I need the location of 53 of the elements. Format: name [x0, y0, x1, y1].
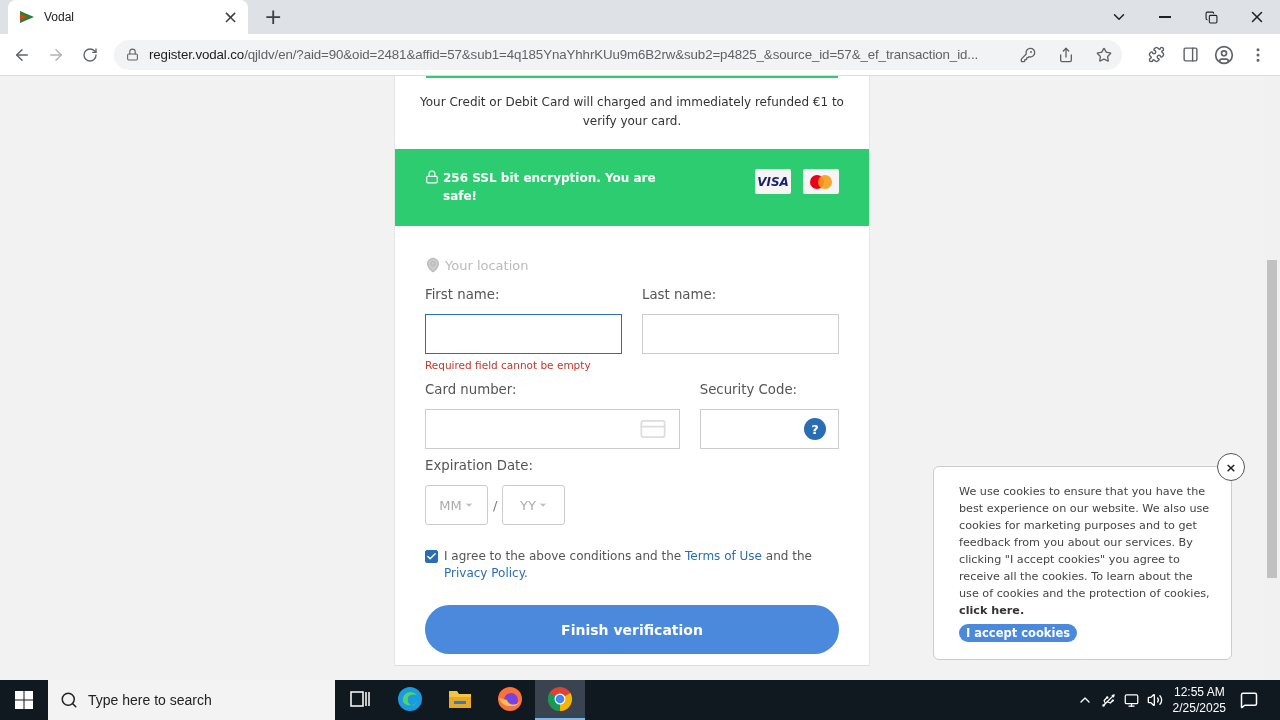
volume-icon[interactable] [1146, 692, 1163, 708]
terms-link[interactable]: Terms of Use [685, 549, 762, 563]
text-field[interactable] [425, 314, 622, 354]
security-code-field[interactable]: ? [699, 409, 839, 449]
minimize-icon [1159, 16, 1171, 18]
site-favicon [20, 11, 34, 23]
firefox-icon [497, 686, 523, 712]
agreement-text: I agree to the above conditions and the Terms of Use and the Privacy Policy. [444, 548, 813, 582]
lock-icon [425, 170, 439, 184]
clock[interactable]: 12:55 AM 2/25/2025 [1172, 684, 1226, 716]
field-label: Security Code: [699, 382, 799, 399]
notifications-icon[interactable] [1240, 691, 1258, 709]
encryption-text: 256 SSL bit encryption. You are safe! [443, 170, 657, 205]
card-number-field[interactable] [425, 409, 680, 449]
taskbar-search-field[interactable]: Type here to search [48, 680, 335, 720]
error-message: Required field cannot be empty [425, 359, 592, 373]
share-icon[interactable] [1058, 46, 1074, 63]
close-button[interactable]: × [1217, 453, 1245, 481]
edge-icon [397, 686, 423, 712]
visa-logo: VISA [755, 169, 791, 194]
location-pin-icon [425, 257, 441, 273]
cookie-link[interactable]: click here. [959, 604, 1025, 617]
chrome-icon [547, 686, 573, 712]
date-separator: / [493, 497, 498, 513]
restore-icon [1204, 10, 1218, 24]
close-tab-button[interactable]: × [222, 8, 238, 26]
lock-icon [126, 48, 139, 61]
task-view-icon [350, 690, 370, 708]
cookie-text: We use cookies to ensure that you have the best experience on our website. We also use cookies for marketing purposes and to get feedback from you about our services. By clicking "I accept cookies" you agree to receive all the cookies. To learn about the use of cookies and the protection of cookies, click here. [959, 484, 1211, 619]
reload-icon [82, 46, 98, 63]
field-label: First name: [425, 287, 501, 304]
help-icon[interactable]: ? [804, 418, 826, 440]
key-icon[interactable] [1020, 46, 1036, 63]
star-icon[interactable] [1096, 46, 1112, 63]
tab-title: Vodal [44, 10, 76, 24]
browser-tab[interactable]: Vodal × [8, 0, 248, 34]
accept-cookies-button[interactable]: I accept cookies [959, 624, 1078, 642]
agree-checkbox[interactable] [425, 550, 438, 563]
caret-icon [537, 500, 548, 510]
folder-icon [448, 688, 472, 710]
taskbar-app-button[interactable] [535, 680, 585, 720]
caret-icon [463, 500, 474, 510]
field-label: Card number: [425, 382, 518, 399]
mastercard-logo [803, 169, 839, 194]
field-label: Last name: [642, 287, 718, 304]
search-icon [60, 691, 78, 709]
url-text: register.vodal.co/qjldv/en/?aid=90&oid=2481&affid=57&sub1=4q185YnaYhhrKUu9m6B2rw&sub2=p4825_&source_id=57&_ef_transaction_id... [149, 47, 980, 62]
field-label: Expiration Date: [425, 458, 534, 475]
new-tab-button[interactable]: + [264, 8, 283, 26]
finish-button[interactable]: Finish verification [425, 605, 839, 654]
verification-notice: Your Credit or Debit Card will charged and immediately refunded €1 to verify your card. [419, 94, 845, 130]
usb-icon[interactable] [1100, 692, 1116, 708]
address-bar[interactable]: register.vodal.co/qjldv/en/?aid=90&oid=2481&affid=57&sub1=4q185YnaYhhrKUu9m6B2rw&sub2=p4825_&source_id=57&_ef_transaction_id... [114, 39, 1122, 70]
